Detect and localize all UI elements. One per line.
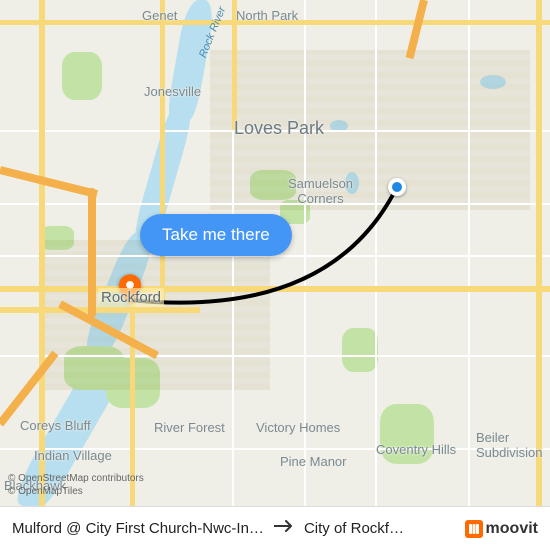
take-me-there-button[interactable]: Take me there xyxy=(140,214,292,256)
place-beiler: Beiler Subdivision xyxy=(476,430,543,460)
attribution-openmaptiles[interactable]: © OpenMapTiles xyxy=(8,485,144,498)
route-from-label: Mulford @ City First Church-Nwc-In… xyxy=(12,520,264,537)
place-victory-homes: Victory Homes xyxy=(256,420,340,435)
attribution-osm[interactable]: © OpenStreetMap contributors xyxy=(8,472,144,485)
arrow-icon xyxy=(274,519,294,538)
origin-marker[interactable] xyxy=(388,178,406,196)
route-to-label: City of Rockf… xyxy=(304,520,404,537)
place-pine-manor: Pine Manor xyxy=(280,454,346,469)
destination-marker[interactable] xyxy=(119,274,141,304)
map-viewport[interactable]: Genet North Park Rock River Jonesville L… xyxy=(0,0,550,550)
place-river-forest: River Forest xyxy=(154,420,225,435)
route-footer: Mulford @ City First Church-Nwc-In… City… xyxy=(0,506,550,550)
moovit-logo-icon xyxy=(465,520,483,538)
moovit-logo-text: moovit xyxy=(486,520,538,538)
moovit-logo[interactable]: moovit xyxy=(465,520,538,538)
map-attribution: © OpenStreetMap contributors © OpenMapTi… xyxy=(8,472,144,498)
